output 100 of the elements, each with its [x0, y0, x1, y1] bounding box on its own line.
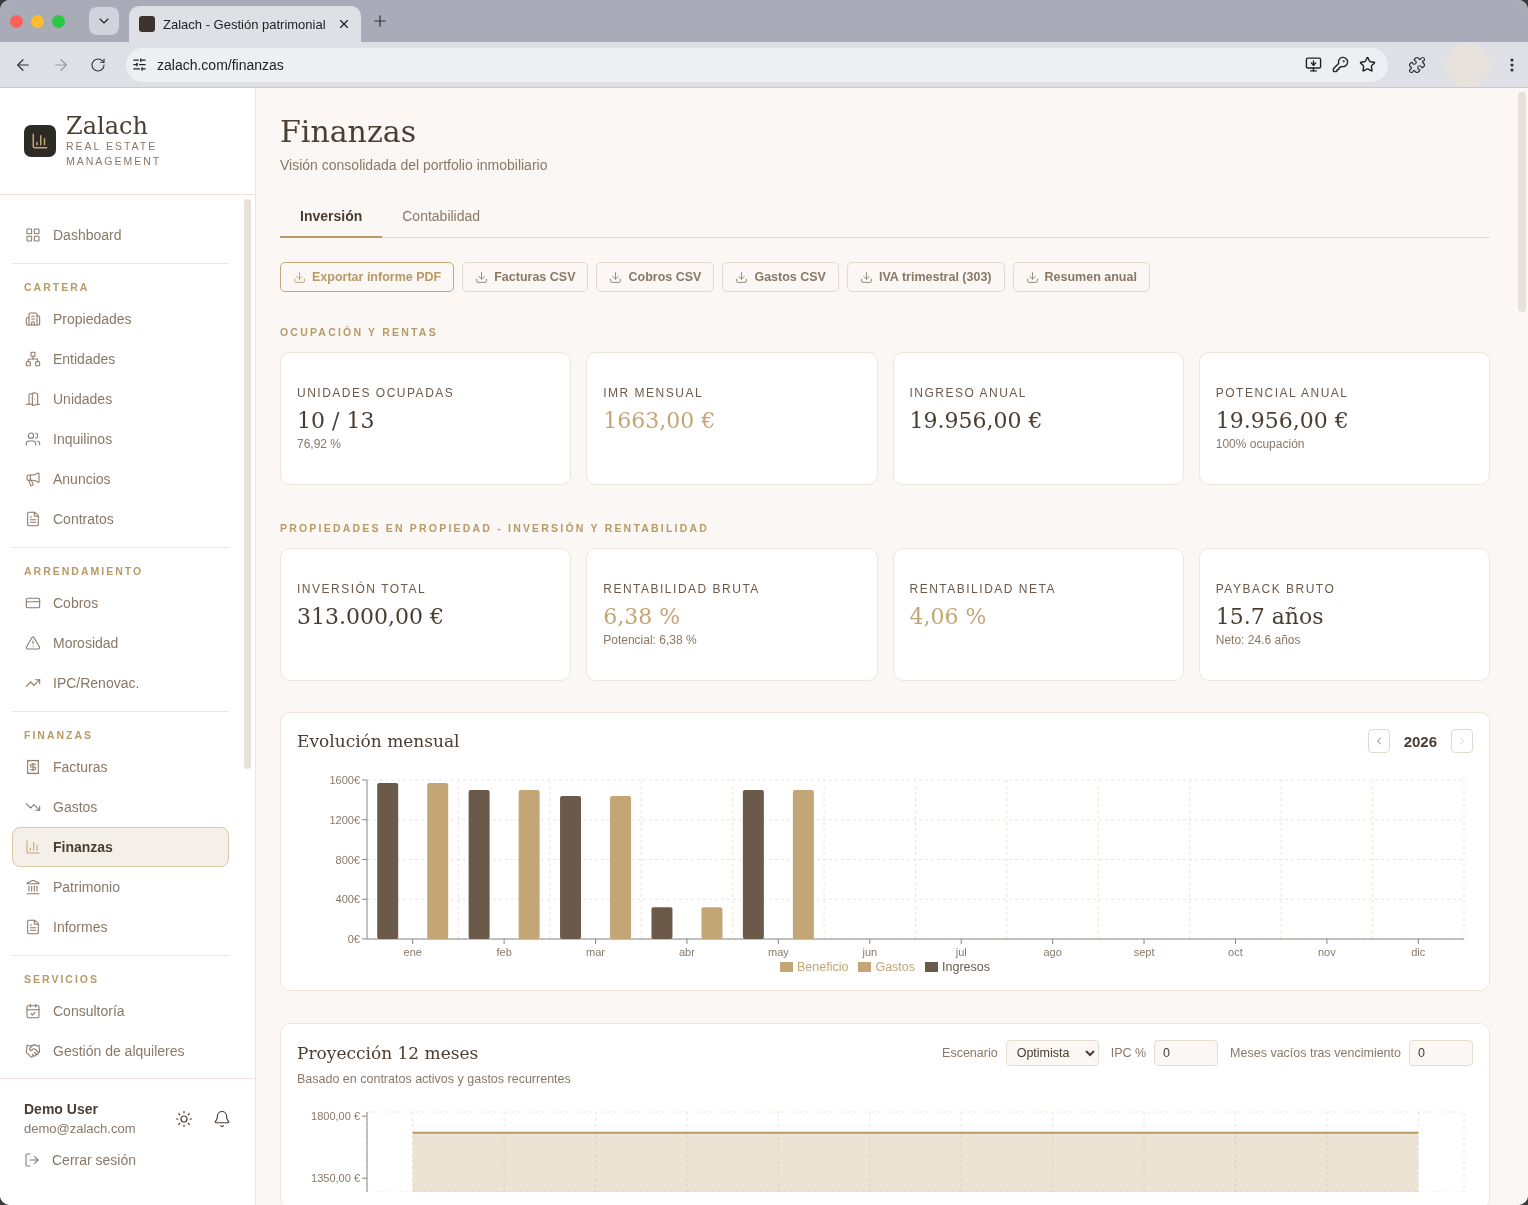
- browser-tab[interactable]: Zalach - Gestión patrimonial: [129, 6, 361, 42]
- export-button[interactable]: Resumen anual: [1012, 262, 1150, 292]
- download-icon: [293, 270, 306, 284]
- legend-item[interactable]: Ingresos: [925, 960, 990, 974]
- kpi-note: Neto: 24.6 años: [1215, 633, 1302, 647]
- bar-chart-icon: [25, 839, 41, 855]
- scrollbar-thumb[interactable]: [1518, 92, 1526, 312]
- legend-item[interactable]: Gastos: [858, 960, 916, 974]
- sun-icon: [175, 1109, 193, 1128]
- nav-item[interactable]: Facturas: [12, 747, 229, 787]
- puzzle-icon: [1408, 55, 1426, 74]
- axis-label: feb: [496, 946, 512, 958]
- axis-label: ene: [403, 946, 422, 958]
- nav-item[interactable]: Consultoría: [12, 991, 229, 1031]
- kpi-note: 100% ocupación: [1215, 437, 1306, 451]
- export-button[interactable]: Gastos CSV: [722, 262, 839, 292]
- nav-item[interactable]: Patrimonio: [12, 867, 229, 907]
- section-title: FINANZAS: [23, 728, 95, 743]
- logout-link[interactable]: Cerrar sesión: [24, 1152, 231, 1168]
- section-title: CARTERA: [23, 280, 91, 295]
- nav-item[interactable]: Propiedades: [12, 299, 229, 339]
- install-icon[interactable]: [1305, 56, 1322, 73]
- axis-label: 1600€: [329, 774, 360, 786]
- nav-item[interactable]: Cobros: [12, 583, 229, 623]
- reload-icon: [90, 56, 106, 73]
- section-label: OCUPACIÓN Y RENTAS: [280, 326, 439, 338]
- export-button[interactable]: Exportar informe PDF: [280, 262, 455, 292]
- axis-label: 800€: [335, 853, 360, 866]
- address-bar[interactable]: zalach.com/finanzas: [126, 47, 1388, 82]
- notifications-button[interactable]: [213, 1109, 231, 1128]
- nav-item[interactable]: Informes: [12, 907, 229, 947]
- section-label: PROPIEDADES EN PROPIEDAD - INVERSIÓN Y RENTABILIDAD: [280, 522, 710, 534]
- axis-label: abr: [679, 946, 695, 958]
- tab[interactable]: Inversión: [280, 195, 383, 238]
- nav-item[interactable]: Anuncios: [12, 459, 229, 499]
- kpi-label: RENTABILIDAD BRUTA: [603, 582, 761, 596]
- field-label: Escenario: [942, 1046, 998, 1060]
- grid-icon: [25, 227, 41, 243]
- card-icon: [25, 595, 41, 611]
- nav-item[interactable]: Gestión de alquileres: [12, 1031, 229, 1071]
- download-icon: [609, 270, 623, 284]
- close-icon[interactable]: [337, 17, 351, 31]
- key-icon[interactable]: [1332, 56, 1349, 73]
- nav-item[interactable]: Finanzas: [12, 827, 229, 867]
- nav-item[interactable]: Entidades: [12, 339, 229, 379]
- export-button[interactable]: IVA trimestral (303): [846, 262, 1005, 292]
- receipt-icon: [25, 759, 41, 775]
- user-email: demo@zalach.com: [24, 1121, 137, 1136]
- axis-label: jul: [955, 946, 967, 958]
- door-icon: [25, 391, 41, 407]
- axis-label: ago: [1043, 946, 1062, 958]
- handshake-icon: [25, 1043, 41, 1059]
- download-icon: [859, 270, 873, 284]
- page-title: Finanzas: [280, 114, 418, 149]
- scenario-select[interactable]: Optimista: [1005, 1040, 1099, 1066]
- megaphone-icon: [25, 471, 41, 487]
- scrollbar-thumb[interactable]: [244, 199, 251, 769]
- brand-tagline: REAL ESTATE MANAGEMENT: [66, 139, 163, 170]
- axis-label: mar: [586, 946, 605, 958]
- theme-toggle-button[interactable]: [175, 1109, 193, 1128]
- nav-item[interactable]: Gastos: [12, 787, 229, 827]
- export-button[interactable]: Cobros CSV: [596, 262, 715, 292]
- section-title: ARRENDAMIENTO: [23, 564, 145, 579]
- kpi-value: 1663,00 €: [603, 408, 717, 433]
- kpi-value: 4,06 %: [909, 604, 988, 629]
- nav-item[interactable]: Dashboard: [12, 215, 229, 255]
- extensions-button[interactable]: [1408, 55, 1426, 74]
- axis-label: sept: [1133, 946, 1155, 958]
- kpi-label: RENTABILIDAD NETA: [909, 582, 1057, 596]
- user-name: Demo User: [24, 1101, 99, 1117]
- legend-item[interactable]: Beneficio: [780, 960, 849, 974]
- nav-item[interactable]: Inquilinos: [12, 419, 229, 459]
- nav-item[interactable]: Morosidad: [12, 623, 229, 663]
- menu-button[interactable]: [1510, 57, 1514, 72]
- input-field[interactable]: 0: [1409, 1040, 1473, 1066]
- download-icon: [735, 270, 749, 284]
- chart-title: Proyección 12 meses: [297, 1043, 479, 1063]
- axis-label: 1800,00 €: [311, 1110, 360, 1123]
- nav-item[interactable]: Contratos: [12, 499, 229, 539]
- export-button[interactable]: Facturas CSV: [462, 262, 589, 292]
- star-icon[interactable]: [1359, 56, 1376, 73]
- new-tab-button[interactable]: [371, 12, 389, 30]
- favicon-icon: [139, 16, 155, 32]
- input-field[interactable]: 0: [1154, 1040, 1219, 1066]
- axis-label: oct: [1228, 946, 1243, 958]
- bar: [701, 907, 723, 939]
- document-icon: [25, 919, 41, 935]
- page-subtitle: Visión consolidada del portfolio inmobiliario: [280, 157, 549, 173]
- nav-item[interactable]: Unidades: [12, 379, 229, 419]
- tab[interactable]: Contabilidad: [382, 195, 501, 238]
- kpi-label: INGRESO ANUAL: [909, 386, 1029, 400]
- nav-item[interactable]: IPC/Renovac.: [12, 663, 229, 703]
- logout-icon: [24, 1152, 40, 1168]
- kpi-label: IMR MENSUAL: [603, 386, 705, 400]
- download-icon: [475, 270, 489, 284]
- axis-label: jun: [862, 946, 878, 958]
- download-icon: [1025, 270, 1039, 284]
- axis-label: dic: [1411, 946, 1426, 958]
- reload-button[interactable]: [90, 56, 106, 73]
- site-settings-icon[interactable]: [132, 57, 147, 72]
